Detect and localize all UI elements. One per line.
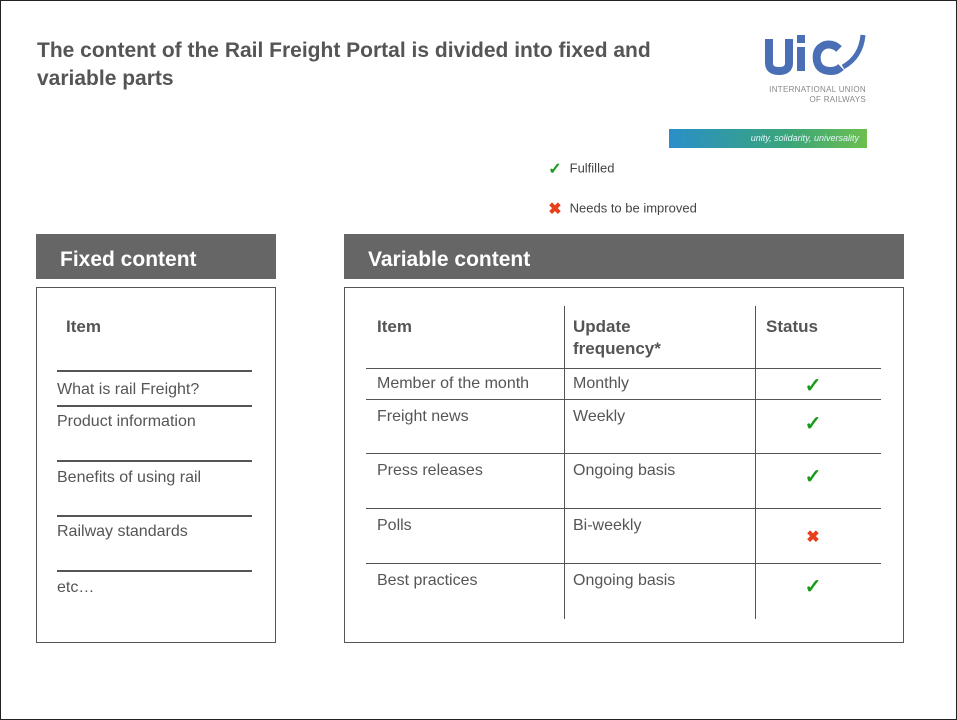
fixed-content-header: Fixed content [36,234,276,279]
check-icon: ✓ [548,161,562,178]
legend-fulfilled-label: Fulfilled [569,160,615,176]
row-divider [366,508,881,509]
fixed-item: What is rail Freight? [57,381,200,398]
row-divider [366,368,881,369]
row-item: Best practices [377,572,478,589]
check-icon: ✓ [804,576,822,598]
check-icon: ✓ [804,413,822,435]
row-frequency: Ongoing basis [573,462,676,479]
variable-content-header: Variable content [344,234,904,279]
row-divider [366,563,881,564]
row-item: Polls [377,517,412,534]
fixed-divider [57,460,252,462]
fixed-item: Product information [57,413,196,430]
row-divider [366,399,881,400]
legend-needs-improvement: ✖ Needs to be improved [544,199,697,219]
legend-improve-label: Needs to be improved [569,200,697,216]
fixed-item: etc… [57,579,95,596]
row-item: Press releases [377,462,483,479]
slide-title: The content of the Rail Freight Portal i… [37,39,651,90]
row-divider [366,453,881,454]
fixed-column-header: Item [66,317,101,336]
slide: The content of the Rail Freight Portal i… [0,0,957,720]
fixed-divider [57,570,252,572]
row-item: Freight news [377,408,469,425]
variable-col-status: Status [766,317,818,336]
org-line-1: INTERNATIONAL UNION [769,85,866,94]
legend-fulfilled: ✓ Fulfilled [544,159,614,179]
fixed-divider [57,405,252,407]
org-line-2: OF RAILWAYS [809,95,866,104]
row-item: Member of the month [377,375,530,392]
check-icon: ✓ [804,375,822,397]
row-frequency: Weekly [573,408,626,425]
variable-col-item: Item [377,317,412,336]
cross-icon: ✖ [806,529,820,546]
fixed-item: Benefits of using rail [57,469,202,486]
fixed-item: Railway standards [57,523,188,540]
cross-icon: ✖ [548,201,562,218]
check-icon: ✓ [804,466,822,488]
fixed-divider [57,515,252,517]
variable-col-frequency: Update frequency* [573,317,661,358]
uic-org-name: INTERNATIONAL UNION OF RAILWAYS [728,85,866,105]
fixed-divider [57,370,252,372]
row-frequency: Monthly [573,375,630,392]
row-frequency: Bi-weekly [573,517,642,534]
column-divider [564,306,565,619]
column-divider [755,306,756,619]
uic-logo-mark [765,34,866,76]
row-frequency: Ongoing basis [573,572,676,589]
uic-slogan: unity, solidarity, universality [669,129,867,148]
